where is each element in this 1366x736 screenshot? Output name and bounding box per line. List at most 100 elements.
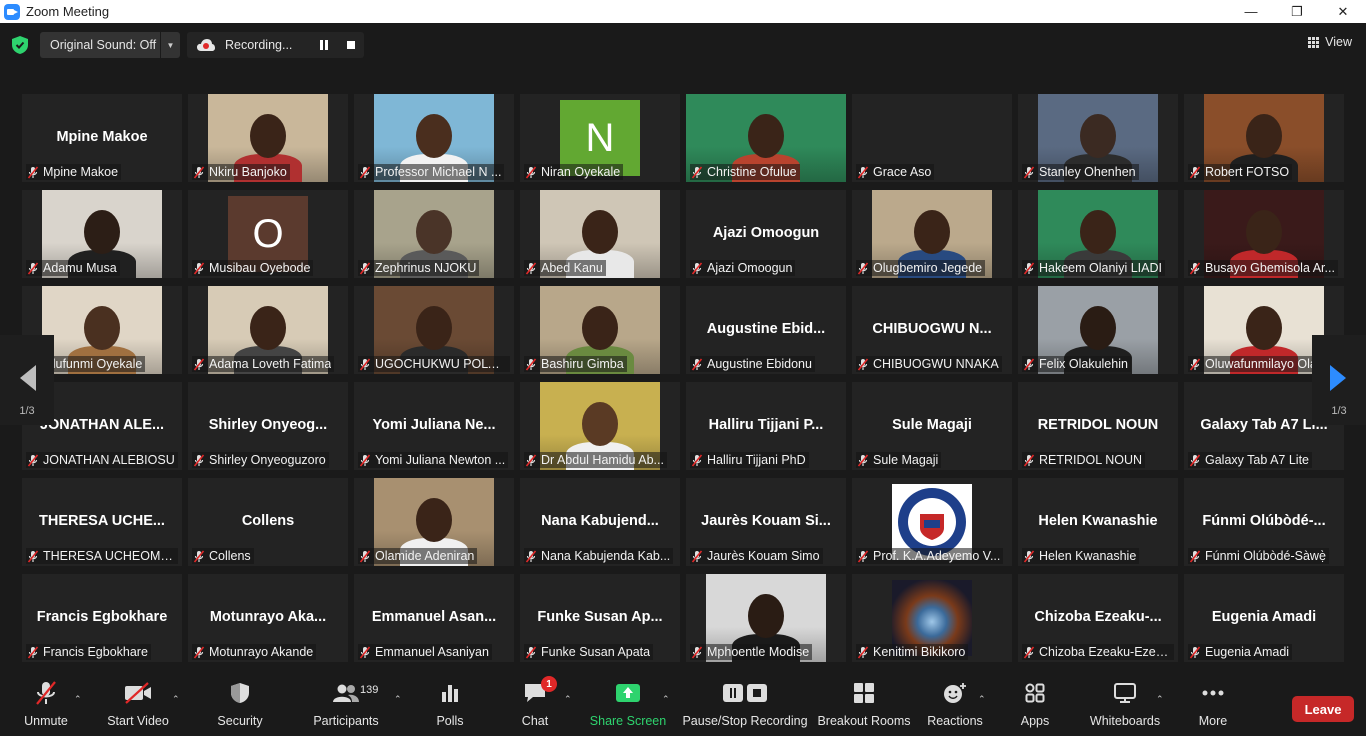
participant-tile[interactable]: Ajazi Omoogun Ajazi Omoogun [686,190,846,278]
muted-mic-icon [1023,453,1035,467]
original-sound-button[interactable]: Original Sound: Off ▼ [40,32,180,58]
participant-name: Sule Magaji [873,453,939,467]
participant-tile[interactable]: Hakeem Olaniyi LIADI [1018,190,1178,278]
participant-tile[interactable]: Olamide Adeniran [354,478,514,566]
whiteboards-options-chevron-icon[interactable]: ⌃ [1156,694,1164,705]
pause-recording-icon[interactable] [320,40,328,50]
participant-name-caption: Motunrayo Akande [192,644,317,660]
muted-mic-icon [27,261,39,275]
minimize-button[interactable]: — [1228,0,1274,23]
video-options-chevron-icon[interactable]: ⌃ [172,694,180,705]
close-button[interactable]: ✕ [1320,0,1366,23]
reactions-options-chevron-icon[interactable]: ⌃ [978,694,986,705]
muted-mic-icon [691,261,703,275]
participant-tile[interactable]: Professor Michael N ... [354,94,514,182]
participant-tile[interactable]: RETRIDOL NOUN RETRIDOL NOUN [1018,382,1178,470]
apps-button[interactable]: Apps [1018,678,1052,736]
polls-button[interactable]: Polls [432,678,468,736]
next-page-button[interactable]: 1/3 [1312,335,1366,425]
participant-tile[interactable]: Olugbemiro Jegede [852,190,1012,278]
participant-tile[interactable]: O Musibau Oyebode [188,190,348,278]
window-titlebar: Zoom Meeting — ❐ ✕ [0,0,1366,23]
encryption-shield-icon[interactable] [12,36,28,54]
arrow-left-icon [20,365,36,391]
participant-tile[interactable]: N Niran Oyekale [520,94,680,182]
view-button[interactable]: View [1308,35,1352,49]
participant-tile[interactable]: Felix Olakulehin [1018,286,1178,374]
participant-tile[interactable]: Eugenia Amadi Eugenia Amadi [1184,574,1344,662]
pause-stop-recording-button[interactable]: Pause/Stop Recording [682,678,808,736]
participant-display-name: Francis Egbokhare [36,609,168,625]
reactions-button[interactable]: Reactions [927,678,983,736]
security-button[interactable]: Security [214,678,266,736]
participant-name: Francis Egbokhare [43,645,148,659]
participant-tile[interactable]: Nana Kabujend... Nana Kabujenda Kab... [520,478,680,566]
chat-unread-badge: 1 [541,676,557,692]
participant-tile[interactable]: UGOCHUKWU POLY NG... [354,286,514,374]
previous-page-button[interactable]: 1/3 [0,335,54,425]
participant-tile[interactable]: Dr Abdul Hamidu Ab... [520,382,680,470]
participant-tile[interactable]: Funke Susan Ap... Funke Susan Apata [520,574,680,662]
participant-tile[interactable]: Halliru Tijjani P... Halliru Tijjani PhD [686,382,846,470]
leave-button[interactable]: Leave [1292,696,1354,722]
audio-options-chevron-icon[interactable]: ⌃ [74,694,82,705]
breakout-rooms-button[interactable]: Breakout Rooms [817,678,911,736]
share-screen-button[interactable]: Share Screen [590,678,666,736]
participants-label: Participants [313,714,379,728]
participant-tile[interactable]: THERESA UCHE... THERESA UCHEOMA ... [22,478,182,566]
participant-tile[interactable]: Bashiru Gimba [520,286,680,374]
participant-tile[interactable]: Grace Aso [852,94,1012,182]
participant-tile[interactable]: Christine Ofulue [686,94,846,182]
participant-tile[interactable]: Motunrayo Aka... Motunrayo Akande [188,574,348,662]
participant-tile[interactable]: Prof. K.A.Adeyemo V... [852,478,1012,566]
participants-options-chevron-icon[interactable]: ⌃ [394,694,402,705]
participant-tile[interactable]: Fúnmi Olúbòdé-... Fúnmi Olúbòdé-Sàwẹ̀ [1184,478,1344,566]
chat-options-chevron-icon[interactable]: ⌃ [564,694,572,705]
participant-name-caption: Galaxy Tab A7 Lite [1188,452,1313,468]
muted-mic-icon [525,165,537,179]
participant-name-caption: Mphoentle Modise [690,644,813,660]
participant-tile[interactable]: Stanley Ohenhen [1018,94,1178,182]
participant-tile[interactable]: Mpine Makoe Mpine Makoe [22,94,182,182]
participant-tile[interactable]: Shirley Onyeog... Shirley Onyeoguzoro [188,382,348,470]
muted-mic-icon [857,453,869,467]
participant-tile[interactable]: Helen Kwanashie Helen Kwanashie [1018,478,1178,566]
participant-tile[interactable]: Robert FOTSO [1184,94,1344,182]
chevron-down-icon[interactable]: ▼ [160,32,180,58]
participant-tile[interactable]: Chizoba Ezeaku-... Chizoba Ezeaku-Ezeme [1018,574,1178,662]
participant-tile[interactable]: Abed Kanu [520,190,680,278]
participants-button[interactable]: 139 Participants [312,678,380,736]
participant-tile[interactable]: Collens Collens [188,478,348,566]
participant-tile[interactable]: Sule Magaji Sule Magaji [852,382,1012,470]
view-label: View [1325,35,1352,49]
share-options-chevron-icon[interactable]: ⌃ [662,694,670,705]
participant-tile[interactable]: Mphoentle Modise [686,574,846,662]
participant-tile[interactable]: Adama Loveth Fatima [188,286,348,374]
participant-name: Chizoba Ezeaku-Ezeme [1039,645,1171,659]
apps-label: Apps [1020,714,1050,728]
chat-button[interactable]: 1 Chat [518,676,557,736]
participants-icon [333,684,359,702]
more-button[interactable]: More [1196,678,1230,736]
reactions-label: Reactions [927,714,983,728]
participant-tile[interactable]: Adamu Musa [22,190,182,278]
maximize-button[interactable]: ❐ [1274,0,1320,23]
participant-tile[interactable]: Yomi Juliana Ne... Yomi Juliana Newton ..… [354,382,514,470]
participant-name: Helen Kwanashie [1039,549,1137,563]
participant-display-name: THERESA UCHE... [39,513,165,529]
participant-tile[interactable]: Jaurès Kouam Si... Jaurès Kouam Simo [686,478,846,566]
participant-tile[interactable]: Kenitimi Bikikoro [852,574,1012,662]
participant-tile[interactable]: Zephrinus NJOKU [354,190,514,278]
unmute-button[interactable]: Unmute [22,678,70,736]
participant-tile[interactable]: Busayo Gbemisola Ar... [1184,190,1344,278]
participant-tile[interactable]: Francis Egbokhare Francis Egbokhare [22,574,182,662]
participant-tile[interactable]: Nkiru Banjoko [188,94,348,182]
participant-name: Bashiru Gimba [541,357,624,371]
participant-tile[interactable]: CHIBUOGWU N... CHIBUOGWU NNAKA [852,286,1012,374]
whiteboards-button[interactable]: Whiteboards [1088,678,1162,736]
participant-tile[interactable]: Augustine Ebid... Augustine Ebidonu [686,286,846,374]
muted-mic-icon [1189,357,1201,371]
participant-tile[interactable]: Emmanuel Asan... Emmanuel Asaniyan [354,574,514,662]
start-video-button[interactable]: Start Video [106,678,170,736]
stop-recording-icon[interactable] [347,41,355,49]
